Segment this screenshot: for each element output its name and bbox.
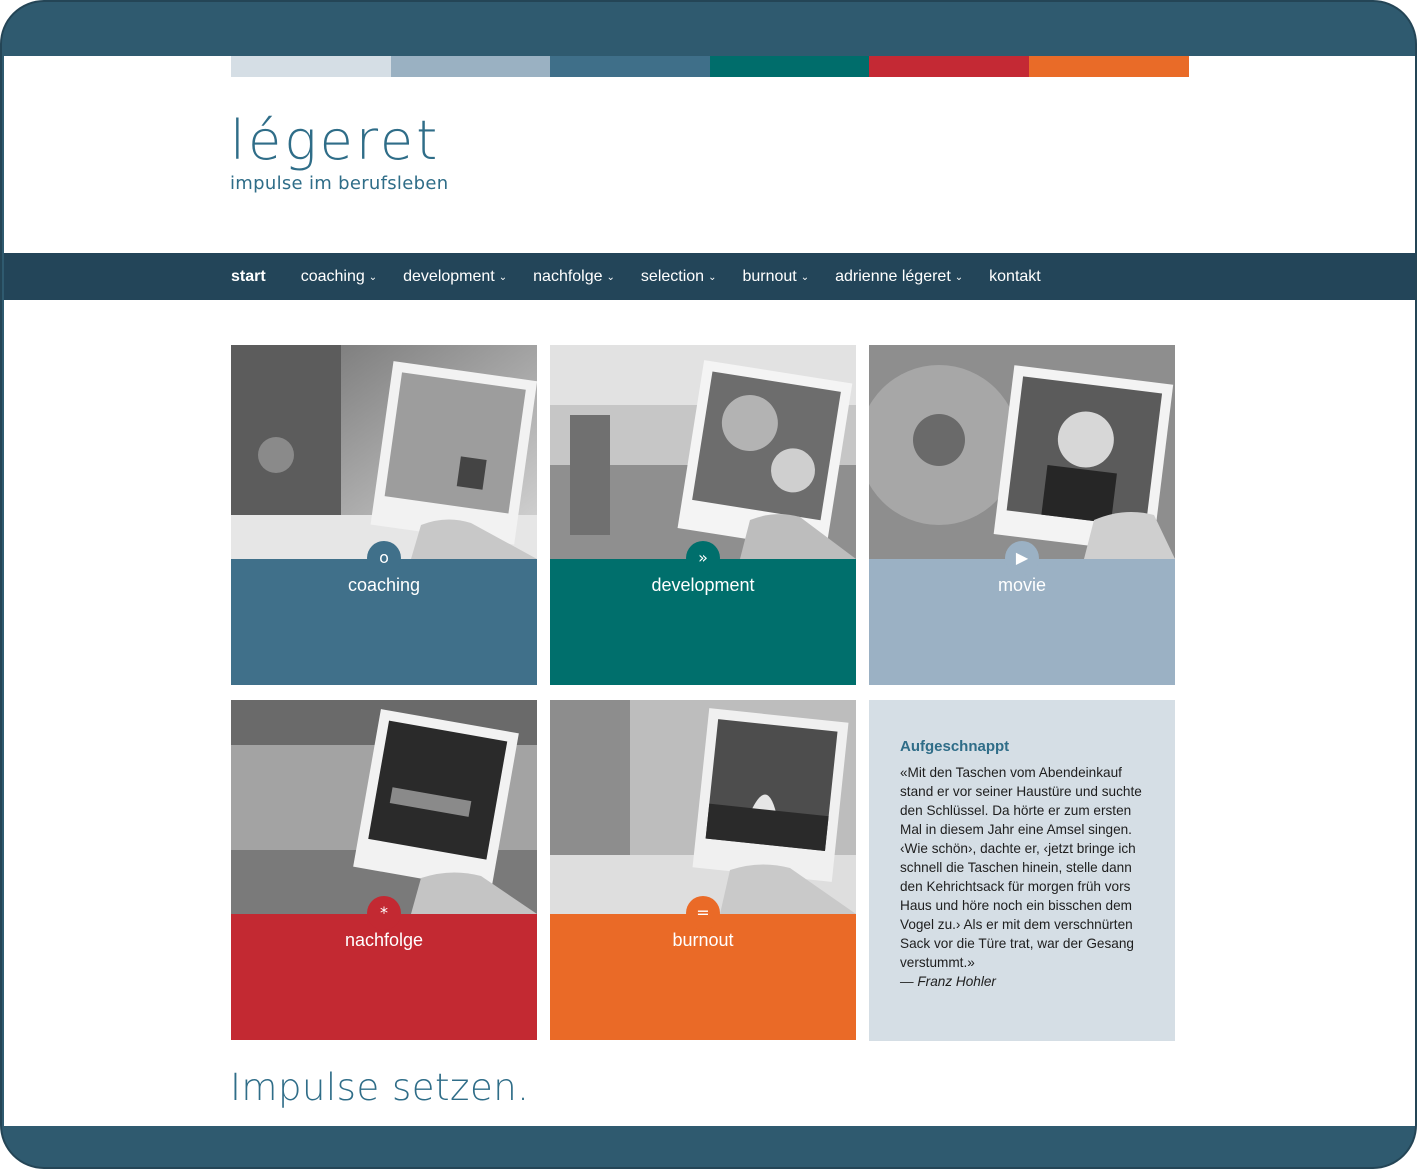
nav-item-label: start [231, 267, 266, 285]
color-segment-5 [869, 56, 1029, 77]
logo-tagline: impulse im berufsleben [230, 173, 449, 194]
color-segment-6 [1028, 56, 1189, 77]
nav-item-label: selection [640, 267, 705, 285]
nav-item-label: coaching [300, 267, 365, 285]
tile-nachfolge[interactable]: * nachfolge [231, 700, 537, 1040]
double-chevron-icon: » [686, 541, 720, 575]
tile-photo [231, 700, 537, 914]
quote-title: Aufgeschnappt [900, 738, 1010, 755]
quote-text: «Mit den Taschen vom Abendeinkauf stand … [900, 765, 1142, 970]
nav-item-label: nachfolge [533, 267, 603, 285]
color-segment-4 [709, 56, 870, 77]
nav-item-label: development [403, 267, 495, 285]
equals-icon: = [686, 896, 720, 930]
tile-photo [869, 345, 1175, 559]
tile-photo [231, 345, 537, 559]
nav-item-label: kontakt [989, 267, 1041, 285]
tile-development[interactable]: » development [550, 345, 856, 685]
circle-icon: o [367, 541, 401, 575]
color-segment-2 [390, 56, 551, 77]
page-headline: Impulse setzen. [230, 1066, 530, 1109]
nav-item-selection[interactable]: selection ⌄ [641, 268, 717, 286]
nav-item-label: burnout [742, 267, 797, 285]
tile-label: movie [997, 575, 1046, 595]
tile-burnout[interactable]: = burnout [550, 700, 856, 1040]
logo-wordmark: légeret [230, 109, 441, 172]
nav-item-nachfolge[interactable]: nachfolge ⌄ [533, 268, 615, 286]
chevron-down-icon: ⌄ [800, 272, 810, 283]
tile-label: burnout [672, 930, 734, 950]
tile-label: coaching [347, 575, 421, 595]
browser-viewport: légeret impulse im berufsleben start coa… [4, 56, 1415, 1126]
tile-movie[interactable]: ▶ movie [869, 345, 1175, 685]
tile-label: development [651, 575, 755, 595]
tile-photo [550, 700, 856, 914]
tile-label: nachfolge [344, 930, 424, 950]
color-segment-3 [550, 56, 710, 77]
main-navigation: start coaching ⌄ development ⌄ nachfolge ⌄ … [4, 253, 1415, 300]
color-segment-1 [231, 56, 391, 77]
chevron-down-icon: ⌄ [368, 272, 378, 283]
tile-photo [550, 345, 856, 559]
nav-item-adrienne-legeret[interactable]: adrienne légeret ⌄ [835, 268, 963, 286]
nav-item-kontakt[interactable]: kontakt [989, 268, 1041, 286]
play-icon: ▶ [1005, 541, 1039, 575]
chevron-down-icon: ⌄ [954, 272, 964, 283]
chevron-down-icon: ⌄ [606, 272, 615, 283]
chevron-down-icon: ⌄ [498, 272, 508, 283]
tile-coaching[interactable]: o coaching [231, 345, 537, 685]
quote-author: — Franz Hohler [900, 974, 996, 989]
device-frame: légeret impulse im berufsleben start coa… [0, 0, 1417, 1169]
nav-item-burnout[interactable]: burnout ⌄ [742, 268, 809, 286]
quote-box: Aufgeschnappt «Mit den Taschen vom Abend… [869, 700, 1175, 1041]
nav-item-development[interactable]: development ⌄ [403, 268, 507, 286]
nav-item-label: adrienne légeret [835, 267, 951, 285]
nav-item-start[interactable]: start [231, 268, 266, 286]
asterisk-icon: * [367, 896, 401, 930]
nav-item-coaching[interactable]: coaching ⌄ [301, 268, 377, 286]
chevron-down-icon: ⌄ [708, 272, 717, 283]
site-logo[interactable]: légeret impulse im berufsleben [230, 109, 449, 195]
color-bar [231, 56, 1189, 77]
